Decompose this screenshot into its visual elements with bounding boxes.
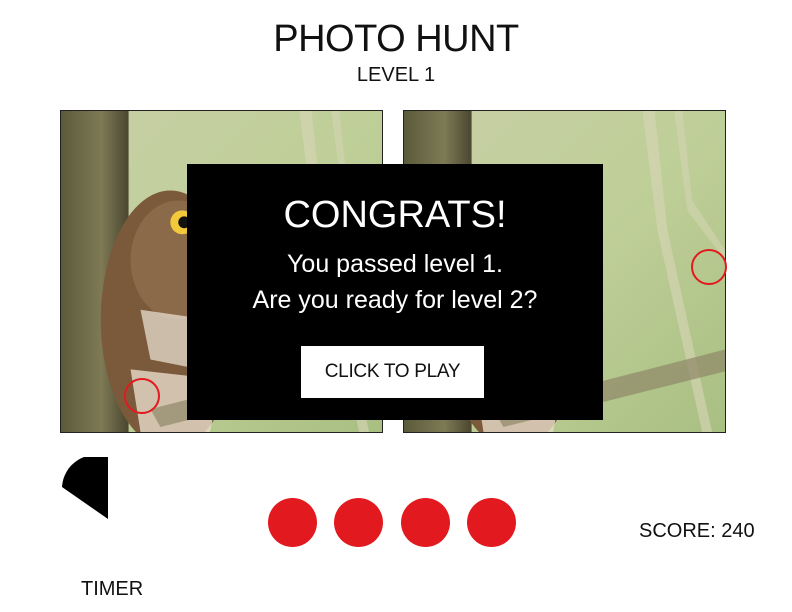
remaining-difference-dot <box>268 498 317 547</box>
dialog-heading: CONGRATS! <box>283 194 507 236</box>
score-display: SCORE: 240 <box>639 520 755 542</box>
remaining-difference-dot <box>401 498 450 547</box>
timer-pie-icon <box>62 457 108 519</box>
game-title: PHOTO HUNT <box>273 18 519 60</box>
difference-marker <box>691 249 727 285</box>
timer-label: TIMER <box>81 578 144 600</box>
level-label: LEVEL 1 <box>356 64 436 86</box>
play-button[interactable]: CLICK TO PLAY <box>301 346 484 398</box>
level-complete-dialog: CONGRATS! You passed level 1. Are you re… <box>187 164 603 420</box>
dialog-message-line-1: You passed level 1. <box>287 250 503 278</box>
remaining-difference-dot <box>467 498 516 547</box>
difference-marker <box>124 378 160 414</box>
dialog-message-line-2: Are you ready for level 2? <box>252 286 538 314</box>
remaining-difference-dot <box>334 498 383 547</box>
